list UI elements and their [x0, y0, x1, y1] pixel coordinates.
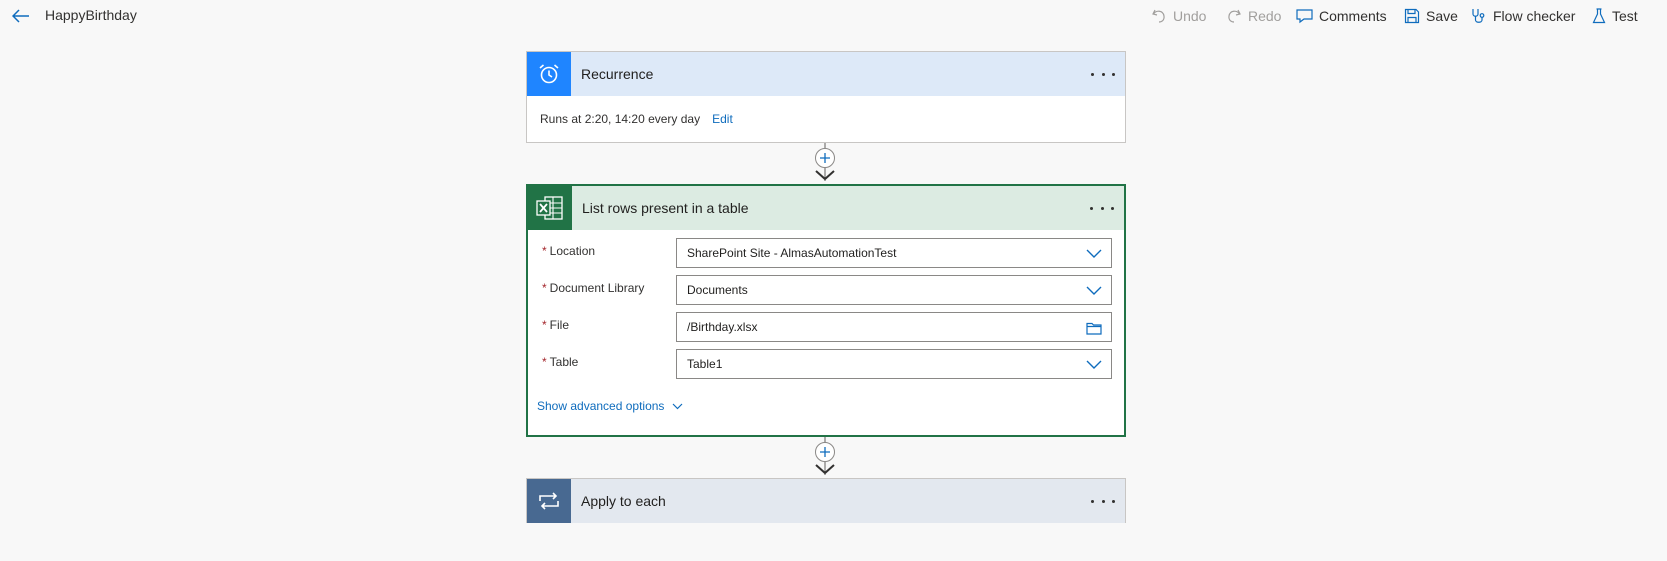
location-field-row: * Location SharePoint Site - AlmasAutomat… — [542, 238, 1112, 268]
chevron-down-icon — [673, 403, 683, 409]
comments-button[interactable]: Comments — [1296, 5, 1387, 27]
stethoscope-icon — [1472, 8, 1485, 23]
table-dropdown[interactable]: Table1 — [676, 349, 1112, 379]
undo-label: Undo — [1173, 8, 1207, 24]
arrow-left-icon — [12, 9, 29, 23]
recurrence-more-button[interactable] — [1091, 64, 1115, 84]
file-label: * File — [542, 318, 569, 332]
document-library-label: * Document Library — [542, 281, 644, 295]
table-label: * Table — [542, 355, 578, 369]
flow-name: HappyBirthday — [45, 7, 137, 23]
document-library-dropdown[interactable]: Documents — [676, 275, 1112, 305]
test-button[interactable]: Test — [1592, 5, 1638, 27]
insert-step-button[interactable] — [815, 148, 835, 168]
plus-icon — [820, 447, 830, 457]
recurrence-title: Recurrence — [581, 66, 654, 82]
recurrence-card-header[interactable]: Recurrence — [527, 52, 1125, 96]
save-icon — [1404, 8, 1420, 24]
file-browse-button[interactable] — [1085, 319, 1103, 337]
recurrence-card[interactable]: Recurrence Runs at 2:20, 14:20 every day… — [526, 51, 1126, 143]
table-value: Table1 — [687, 357, 723, 371]
comments-label: Comments — [1319, 8, 1387, 24]
redo-button[interactable]: Redo — [1226, 5, 1281, 27]
undo-icon — [1152, 9, 1165, 23]
command-bar: HappyBirthday Undo Redo Comments Save Fl… — [0, 0, 1667, 34]
back-button[interactable] — [10, 5, 32, 27]
step-connector — [812, 437, 840, 478]
step-connector — [812, 143, 840, 184]
list-rows-title: List rows present in a table — [582, 200, 749, 216]
undo-button[interactable]: Undo — [1151, 5, 1206, 27]
chevron-down-icon — [1086, 360, 1102, 369]
flow-checker-label: Flow checker — [1493, 8, 1576, 24]
required-marker: * — [542, 318, 547, 332]
insert-step-button[interactable] — [815, 442, 835, 462]
comment-icon — [1296, 9, 1313, 24]
chevron-down-icon — [1086, 249, 1102, 258]
apply-to-each-card[interactable]: Apply to each — [526, 478, 1126, 523]
file-value: /Birthday.xlsx — [687, 320, 758, 334]
apply-to-each-title: Apply to each — [581, 493, 666, 509]
flask-icon — [1592, 8, 1606, 24]
location-dropdown[interactable]: SharePoint Site - AlmasAutomationTest — [676, 238, 1112, 268]
apply-to-each-more-button[interactable] — [1091, 491, 1115, 511]
redo-icon — [1228, 9, 1241, 23]
document-library-dropdown-toggle[interactable] — [1085, 282, 1103, 300]
show-advanced-options-label: Show advanced options — [537, 399, 665, 413]
document-library-label-text: Document Library — [549, 281, 645, 295]
list-rows-card[interactable]: List rows present in a table * Location S… — [526, 184, 1126, 437]
flow-checker-button[interactable]: Flow checker — [1471, 5, 1575, 27]
alarm-clock-icon — [527, 52, 571, 96]
document-library-field-row: * Document Library Documents — [542, 275, 1112, 305]
required-marker: * — [542, 244, 547, 258]
save-label: Save — [1426, 8, 1458, 24]
test-label: Test — [1612, 8, 1638, 24]
file-field-row: * File /Birthday.xlsx — [542, 312, 1112, 342]
plus-icon — [820, 153, 830, 163]
required-marker: * — [542, 355, 547, 369]
recurrence-summary: Runs at 2:20, 14:20 every day — [540, 112, 701, 126]
required-marker: * — [542, 281, 547, 295]
list-rows-card-header[interactable]: List rows present in a table — [528, 186, 1124, 230]
list-rows-more-button[interactable] — [1090, 198, 1114, 218]
show-advanced-options-link[interactable]: Show advanced options — [537, 399, 683, 413]
excel-icon — [528, 186, 572, 230]
loop-icon — [527, 479, 571, 523]
table-field-row: * Table Table1 — [542, 349, 1112, 379]
save-button[interactable]: Save — [1404, 5, 1458, 27]
chevron-down-icon — [1086, 286, 1102, 295]
location-value: SharePoint Site - AlmasAutomationTest — [687, 246, 897, 260]
recurrence-edit-link[interactable]: Edit — [712, 112, 733, 126]
apply-to-each-card-header[interactable]: Apply to each — [527, 479, 1125, 523]
file-label-text: File — [549, 318, 570, 332]
table-dropdown-toggle[interactable] — [1085, 356, 1103, 374]
table-label-text: Table — [549, 355, 579, 369]
location-label: * Location — [542, 244, 595, 258]
redo-label: Redo — [1248, 8, 1282, 24]
recurrence-summary-row: Runs at 2:20, 14:20 every day Edit — [527, 96, 1125, 142]
folder-icon — [1086, 322, 1102, 335]
location-label-text: Location — [549, 244, 596, 258]
location-dropdown-toggle[interactable] — [1085, 245, 1103, 263]
file-input[interactable]: /Birthday.xlsx — [676, 312, 1112, 342]
document-library-value: Documents — [687, 283, 748, 297]
